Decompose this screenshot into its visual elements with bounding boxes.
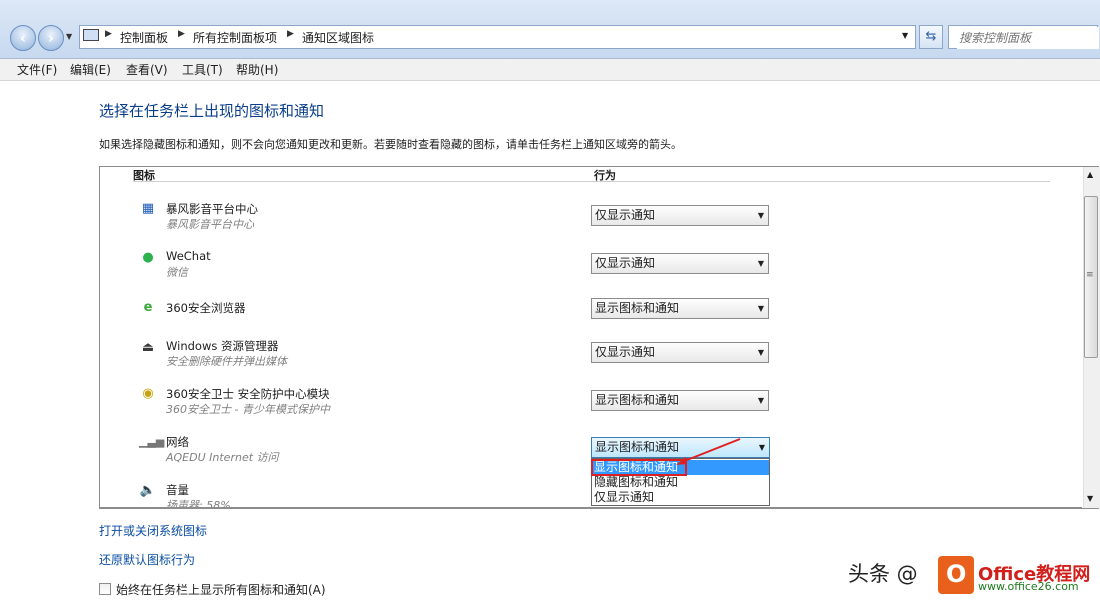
chevron-down-icon: ▼ (757, 304, 764, 313)
behavior-value: 显示图标和通知 (595, 393, 680, 407)
menu-edit[interactable]: 编辑(E) (70, 61, 111, 78)
network-icon: ▁▃▅ (139, 435, 165, 448)
annotation-arrow (676, 438, 741, 465)
row-name: 音量 (166, 483, 189, 497)
behavior-value: 仅显示通知 (595, 208, 656, 222)
system-icons-link[interactable]: 打开或关闭系统图标 (99, 522, 207, 539)
grip-icon: ≡ (1086, 270, 1094, 280)
refresh-button[interactable]: ⇆ (919, 25, 943, 49)
menu-file[interactable]: 文件(F) (17, 61, 57, 78)
header-divider (133, 181, 1050, 182)
breadcrumb-control-panel[interactable]: 控制面板 (120, 29, 168, 46)
row-name: 网络 (166, 435, 189, 449)
behavior-select[interactable]: 显示图标和通知 ▼ (591, 390, 769, 411)
scroll-down-icon[interactable]: ▼ (1087, 494, 1093, 503)
scroll-up-icon[interactable]: ▲ (1087, 170, 1093, 179)
always-show-checkbox[interactable] (99, 583, 111, 595)
chevron-right-icon[interactable]: ▶ (178, 29, 185, 39)
page-description: 如果选择隐藏图标和通知，则不会向您通知更改和更新。若要随时查看隐藏的图标，请单击… (99, 138, 682, 151)
chevron-down-icon: ▼ (757, 259, 764, 268)
breadcrumb-notification-icons[interactable]: 通知区域图标 (302, 29, 374, 46)
row-subtitle: 360安全卫士 - 青少年模式保护中 (166, 403, 330, 416)
behavior-select[interactable]: 仅显示通知 ▼ (591, 342, 769, 363)
behavior-select[interactable]: 仅显示通知 ▼ (591, 205, 769, 226)
chevron-right-icon[interactable]: ▶ (287, 29, 294, 39)
chevron-down-icon: ▼ (757, 348, 764, 357)
search-input[interactable] (957, 27, 1099, 49)
computer-icon (83, 29, 99, 41)
row-name: 暴风影音平台中心 (166, 202, 258, 216)
row-name: 360安全浏览器 (166, 301, 246, 315)
chevron-down-icon: ▼ (757, 211, 764, 220)
page-title: 选择在任务栏上出现的图标和通知 (99, 102, 325, 120)
behavior-value: 仅显示通知 (595, 256, 656, 270)
wechat-icon: ● (142, 250, 154, 265)
usb-icon: ⏏ (141, 340, 155, 355)
menu-tools[interactable]: 工具(T) (182, 61, 223, 78)
watermark-text: 头条 @ (848, 562, 918, 586)
search-box[interactable] (948, 25, 1099, 49)
restore-defaults-link[interactable]: 还原默认图标行为 (99, 551, 195, 568)
chevron-down-icon: ▼ (758, 443, 765, 452)
menu-help[interactable]: 帮助(H) (236, 61, 278, 78)
behavior-value: 显示图标和通知 (595, 440, 680, 454)
row-name: WeChat (166, 249, 211, 263)
shield-icon: ◉ (142, 386, 154, 401)
row-subtitle: AQEDU Internet 访问 (166, 451, 279, 464)
watermark-url: www.office26.com (978, 580, 1079, 593)
behavior-select[interactable]: 显示图标和通知 ▼ (591, 298, 769, 319)
behavior-value: 仅显示通知 (595, 345, 656, 359)
recent-pages-icon[interactable]: ▼ (66, 32, 72, 41)
film-icon: ▦ (141, 201, 155, 216)
menu-view[interactable]: 查看(V) (126, 61, 168, 78)
option-hide-icon-and-notifications[interactable]: 隐藏图标和通知 (592, 475, 769, 490)
back-button[interactable]: ‹ (10, 25, 36, 51)
browser-icon: e (143, 300, 153, 315)
volume-icon: 🔈 (139, 483, 157, 498)
row-subtitle: 扬声器: 58% (166, 499, 231, 507)
row-name: 360安全卫士 安全防护中心模块 (166, 387, 330, 401)
chevron-right-icon[interactable]: ▶ (105, 29, 112, 39)
address-dropdown-icon[interactable]: ▼ (902, 31, 908, 40)
row-subtitle: 安全删除硬件并弹出媒体 (166, 355, 287, 368)
row-subtitle: 微信 (166, 266, 188, 279)
option-only-show-notifications[interactable]: 仅显示通知 (592, 490, 769, 505)
forward-button[interactable]: › (38, 25, 64, 51)
row-subtitle: 暴风影音平台中心 (166, 218, 254, 231)
row-name: Windows 资源管理器 (166, 339, 279, 353)
always-show-label[interactable]: 始终在任务栏上显示所有图标和通知(A) (116, 581, 326, 598)
office-logo-icon: O (938, 556, 974, 594)
behavior-select[interactable]: 仅显示通知 ▼ (591, 253, 769, 274)
breadcrumb-all-items[interactable]: 所有控制面板项 (193, 29, 277, 46)
behavior-value: 显示图标和通知 (595, 301, 680, 315)
panel-bottom-edge (100, 507, 1082, 508)
chevron-down-icon: ▼ (757, 396, 764, 405)
